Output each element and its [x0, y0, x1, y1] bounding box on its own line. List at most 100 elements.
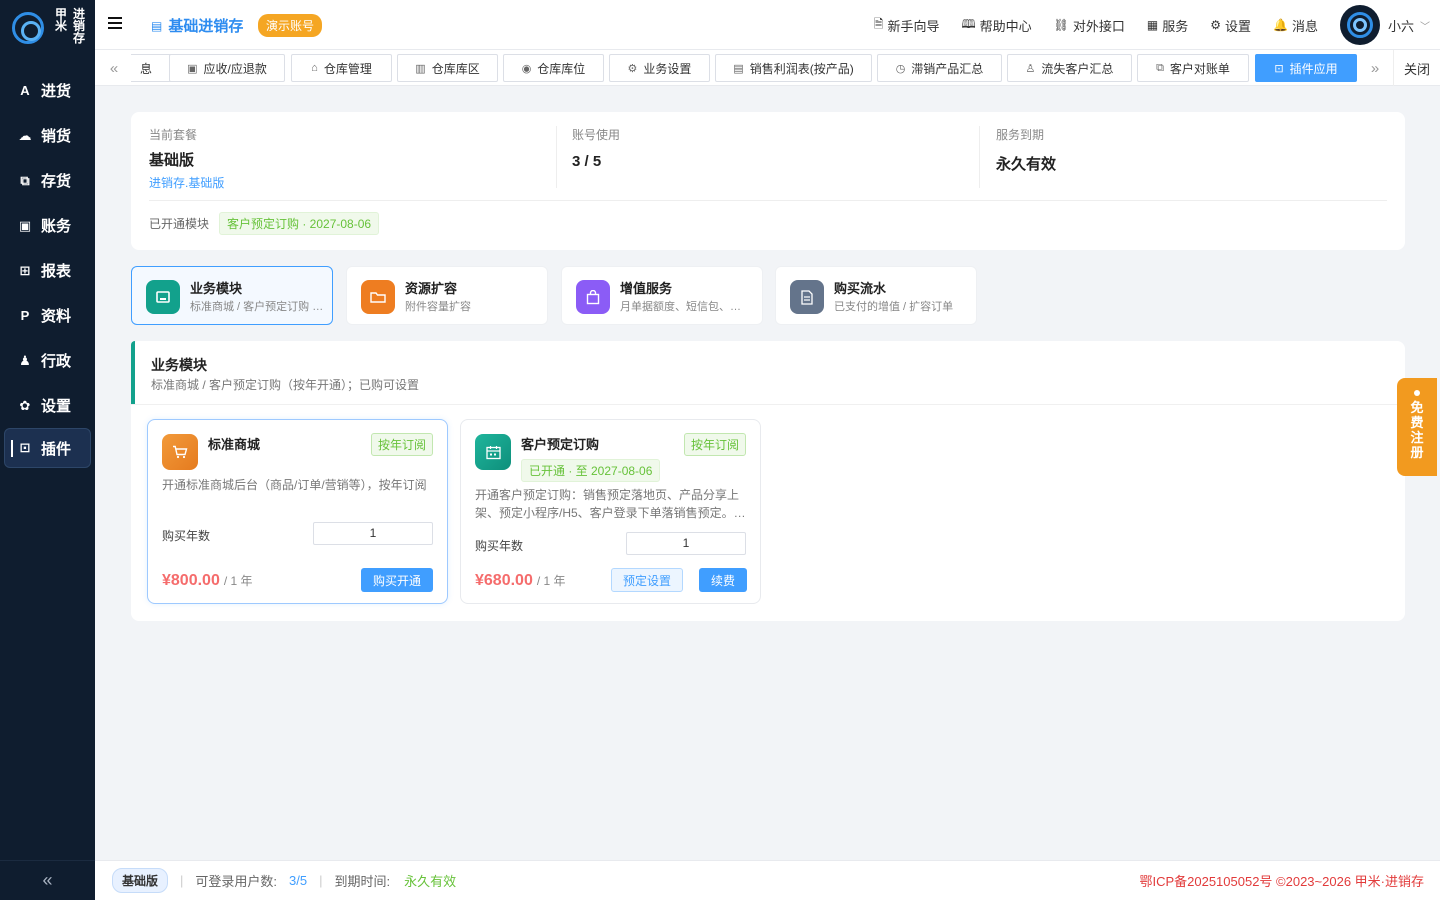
category-resource-expansion[interactable]: 资源扩容 附件容量扩容: [346, 266, 548, 325]
book-icon: 🕮: [961, 16, 976, 31]
product-card-preorder[interactable]: 客户预定订购 按年订阅 已开通 · 至 2027-08-06 开通客户预定订购：…: [460, 419, 761, 604]
account-usage-value: 3 / 5: [572, 153, 602, 170]
section-accent: [131, 341, 135, 404]
tab-business-settings[interactable]: ⚙ 业务设置: [609, 54, 710, 82]
chevron-down-icon[interactable]: ﹀: [1420, 18, 1430, 33]
sidebar-item-data[interactable]: P 资料: [0, 293, 95, 338]
status-footer: 基础版 | 可登录用户数: 3/5 | 到期时间: 永久有效 鄂ICP备2025…: [95, 860, 1440, 900]
building-icon: ▤: [151, 18, 163, 33]
renew-button[interactable]: 续费: [699, 568, 747, 592]
username[interactable]: 小六: [1388, 16, 1414, 35]
sidebar-item-plugins[interactable]: ⊡ 插件: [4, 428, 91, 468]
product-description: 开通客户预定订购：销售预定落地页、产品分享上架、预定小程序/H5、客户登录下单落…: [475, 488, 746, 520]
product-title: 标准商城: [208, 437, 261, 452]
tab-warehouse-location[interactable]: ◉ 仓库库位: [503, 54, 604, 82]
store-icon: [146, 280, 180, 314]
guide-link[interactable]: 🗎 新手向导: [874, 15, 940, 36]
preorder-settings-button[interactable]: 预定设置: [611, 568, 683, 592]
tab-strip: 息 ▣ 应收/应退款 ⌂ 仓库管理 ▥ 仓库库区 ◉ 仓库库位 ⚙ 业务设置 ▤ 销售利润表…: [131, 54, 1357, 82]
chart-icon: ▤: [733, 62, 744, 75]
sidebar-item-label: 设置: [41, 398, 72, 415]
product-price: ¥800.00/ 1 年: [162, 572, 253, 589]
years-input[interactable]: 1: [626, 532, 746, 555]
activated-tag: 已开通 · 至 2027-08-06: [521, 459, 661, 482]
tab-warehouse-zone[interactable]: ▥ 仓库库区: [397, 54, 498, 82]
avatar[interactable]: [1339, 5, 1380, 45]
expire-value: 永久有效: [404, 874, 457, 889]
api-link[interactable]: ⛓ 对外接口: [1054, 16, 1125, 35]
years-input[interactable]: 1: [313, 522, 433, 545]
bag-icon: [576, 280, 610, 314]
service-link[interactable]: ▦ 服务: [1147, 16, 1188, 35]
divider: [149, 200, 1387, 201]
clock-icon: ◷: [895, 62, 906, 75]
sidebar-item-label: 行政: [41, 353, 72, 370]
user-icon: ♙: [1025, 62, 1036, 75]
sidebar-item-settings[interactable]: ✿ 设置: [0, 383, 95, 428]
sidebar-item-admin[interactable]: ♟ 行政: [0, 338, 95, 383]
sidebar-item-reports[interactable]: ⊞ 报表: [0, 248, 95, 293]
category-purchase-history[interactable]: 购买流水 已支付的增值 / 扩容订单: [775, 266, 977, 325]
help-center-link[interactable]: 🕮 帮助中心: [961, 15, 1031, 36]
plugin-icon: ⊡: [1274, 62, 1284, 75]
tab-slow-moving[interactable]: ◷ 滞销产品汇总: [877, 54, 1002, 82]
section-subtitle: 标准商城 / 客户预定订购（按年开通）；已购可设置: [151, 378, 420, 392]
bell-icon: 🔔: [1273, 18, 1288, 32]
product-description: 开通标准商城后台（商品/订单/营销等），按年订阅: [162, 478, 427, 492]
tab-sales-profit[interactable]: ▤ 销售利润表(按产品): [715, 54, 872, 82]
tab-warehouse[interactable]: ⌂ 仓库管理: [291, 54, 392, 82]
product-card-mall[interactable]: 标准商城 按年订阅 开通标准商城后台（商品/订单/营销等），按年订阅 购买年数 …: [147, 419, 448, 604]
messages-link[interactable]: 🔔 消息: [1273, 16, 1318, 35]
sidebar-item-accounts[interactable]: ▣ 账务: [0, 203, 95, 248]
copyright-link[interactable]: 鄂ICP备2025105052号 ©2023~2026 甲米·进销存: [1139, 871, 1424, 890]
gear-icon: ⚙: [1210, 18, 1221, 32]
users-value: 3/5: [289, 873, 308, 888]
free-register-button[interactable]: 免 费 注 册: [1397, 378, 1437, 476]
sidebar-item-inventory[interactable]: ⧉ 存货: [0, 158, 95, 203]
accounts-icon: ▣: [18, 217, 32, 233]
expire-label: 到期时间:: [334, 874, 391, 889]
tabs-scroll-right-icon[interactable]: »: [1360, 50, 1390, 86]
sidebar-item-label: 销货: [41, 128, 72, 145]
buy-activate-button[interactable]: 购买开通: [361, 568, 433, 592]
users-label: 可登录用户数:: [195, 874, 278, 889]
inventory-icon: ⧉: [20, 172, 30, 188]
business-modules-panel: 业务模块 标准商城 / 客户预定订购（按年开通）；已购可设置 标准商城 按年订阅…: [131, 341, 1405, 621]
enabled-modules: 已开通模块 客户预定订购 · 2027-08-06: [149, 212, 380, 235]
hamburger-menu-icon[interactable]: [108, 17, 122, 31]
tabs-scroll-left-icon[interactable]: «: [99, 50, 129, 86]
grid-icon: ▦: [1146, 18, 1159, 32]
gear-icon: ✿: [19, 397, 31, 413]
brand-logo[interactable]: 甲 进 米 销 存: [12, 8, 88, 52]
home-icon: ⌂: [311, 62, 318, 74]
plan-sub-link[interactable]: 进销存.基础版: [149, 174, 549, 191]
settings-link[interactable]: ⚙ 设置: [1210, 16, 1251, 35]
current-plan: 当前套餐 基础版 进销存.基础版: [149, 126, 549, 191]
sidebar-item-sales[interactable]: ☁ 销货: [0, 113, 95, 158]
page-tabs: « 息 ▣ 应收/应退款 ⌂ 仓库管理 ▥ 仓库库区 ◉ 仓库库位 ⚙ 业务设置 ▤ 销售利…: [95, 50, 1440, 86]
category-business-modules[interactable]: 业务模块 标准商城 / 客户预定订购 (按年开通): [131, 266, 333, 325]
section-title: 业务模块: [151, 357, 207, 373]
close-tabs-button[interactable]: 关闭: [1393, 50, 1440, 86]
divider: [979, 126, 980, 188]
plugin-icon: ⊡: [19, 440, 31, 455]
sidebar-item-label: 插件: [41, 440, 72, 458]
wallet-icon: ▣: [187, 62, 198, 75]
divider: [556, 126, 557, 188]
tab-customer-statement[interactable]: ⧉ 客户对账单: [1137, 54, 1249, 82]
user-icon: ♟: [19, 352, 31, 368]
top-header: ▤ 基础进销存 演示账号 🗎 新手向导 🕮 帮助中心 ⛓ 对外接口 ▦ 服务 ⚙ 设置 🔔 消…: [95, 0, 1440, 50]
account-usage: 账号使用 3 / 5: [572, 126, 972, 188]
document-icon: 🗎: [873, 16, 884, 31]
link-icon: ⛓: [1053, 18, 1069, 32]
years-label: 购买年数: [475, 539, 524, 553]
sidebar-item-label: 报表: [41, 263, 72, 280]
tab-plugin-apps[interactable]: ⊡ 插件应用: [1255, 54, 1357, 82]
tab-lost-customers[interactable]: ♙ 流失客户汇总: [1007, 54, 1132, 82]
sidebar-collapse-button[interactable]: «: [0, 860, 95, 900]
years-label: 购买年数: [162, 529, 211, 543]
header-links: 🗎 新手向导 🕮 帮助中心 ⛓ 对外接口 ▦ 服务 ⚙ 设置 🔔 消息 小六 ﹀: [874, 0, 1440, 50]
tab-receivables[interactable]: ▣ 应收/应退款: [169, 54, 285, 82]
category-value-added[interactable]: 增值服务 月单据额度、短信包、…: [561, 266, 763, 325]
sidebar-item-purchase[interactable]: A 进货: [0, 68, 95, 113]
